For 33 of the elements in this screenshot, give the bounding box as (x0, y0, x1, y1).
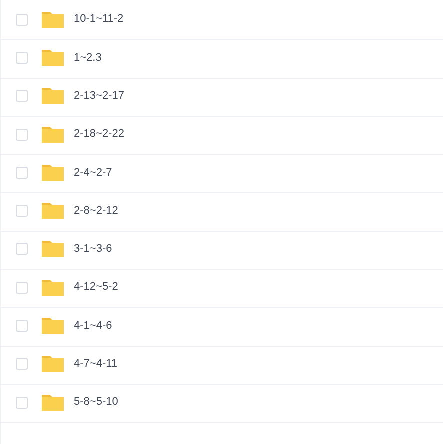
folder-name[interactable]: 2-18~2-22 (74, 126, 124, 143)
folder-icon (41, 394, 65, 412)
folder-icon (41, 278, 65, 297)
checkbox[interactable] (16, 205, 28, 218)
checkbox[interactable] (16, 282, 28, 294)
folder-icon (41, 355, 65, 374)
checkbox[interactable] (16, 166, 28, 179)
checkbox[interactable] (16, 243, 28, 256)
checkbox[interactable] (16, 320, 28, 332)
checkbox[interactable] (16, 396, 28, 409)
folder-icon (41, 87, 65, 106)
folder-icon (41, 164, 65, 182)
folder-name[interactable]: 3-1~3-6 (74, 241, 112, 258)
checkbox[interactable] (16, 52, 28, 64)
folder-icon (41, 317, 65, 336)
folder-name[interactable]: 4-7~4-11 (74, 356, 118, 373)
checkbox[interactable] (16, 14, 28, 26)
folder-name[interactable]: 4-1~4-6 (74, 318, 112, 334)
folder-name[interactable]: 2-8~2-12 (74, 202, 118, 220)
folder-icon (41, 202, 65, 220)
folder-name[interactable]: 4-12~5-2 (74, 279, 118, 296)
folder-name[interactable]: 5-8~5-10 (74, 394, 118, 411)
folder-name[interactable]: 2-13~2-17 (74, 88, 124, 104)
folder-name[interactable]: 10-1~11-2 (74, 11, 124, 28)
folder-name[interactable]: 1~2.3 (74, 50, 102, 66)
checkbox[interactable] (16, 90, 28, 102)
folder-name[interactable]: 2-4~2-7 (74, 164, 112, 182)
checkbox[interactable] (16, 128, 28, 141)
folder-icon (41, 126, 65, 144)
folder-icon (41, 10, 65, 29)
folder-icon (41, 240, 65, 258)
checkbox[interactable] (16, 358, 28, 370)
folder-icon (41, 48, 65, 67)
